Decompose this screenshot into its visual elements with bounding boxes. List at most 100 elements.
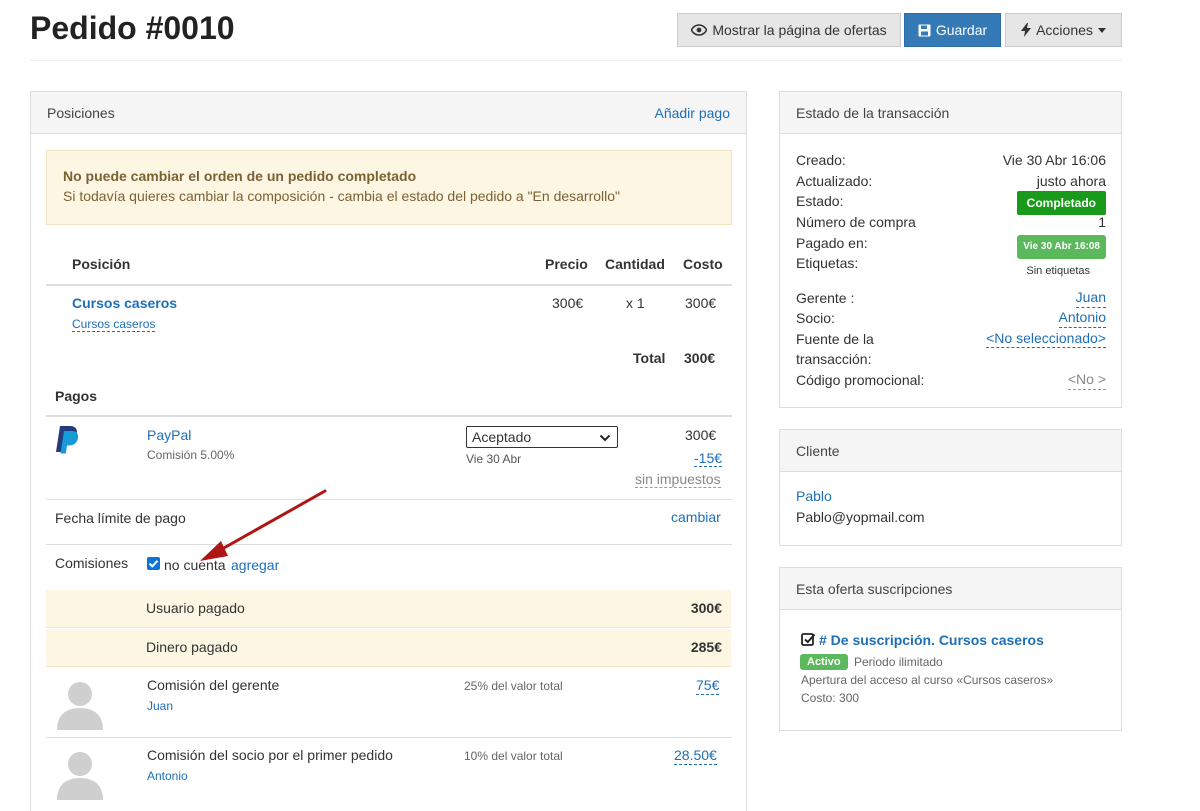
client-name-link[interactable]: Pablo (796, 488, 832, 504)
created-value: Vie 30 Abr 16:06 (1002, 152, 1106, 168)
eye-icon (691, 24, 708, 36)
subscriptions-panel-heading: Esta oferta suscripciones (780, 568, 1121, 610)
column-price: Precio (545, 256, 588, 272)
save-label: Guardar (935, 22, 988, 38)
promo-label: Código promocional: (796, 372, 925, 388)
money-paid-row: Dinero pagado 285€ (46, 629, 731, 667)
avatar (53, 746, 107, 800)
deadline-change-link[interactable]: cambiar (671, 509, 721, 525)
source-label-line-2: transacción: (796, 351, 872, 367)
column-quantity: Cantidad (605, 256, 665, 272)
partner-label: Socio: (796, 310, 835, 326)
manager-commission-title: Comisión del gerente (147, 677, 280, 693)
updated-value: justo ahora (1036, 173, 1106, 189)
money-paid-value: 285€ (690, 639, 722, 655)
source-link[interactable]: <No seleccionado> (986, 329, 1106, 348)
subscriptions-heading: Esta oferta suscripciones (796, 580, 953, 597)
partner-commission-rate: 10% del valor total (464, 749, 563, 763)
partner-commission-amount[interactable]: 28.50€ (674, 747, 717, 765)
table-header-divider (46, 284, 732, 286)
transaction-heading: Estado de la transacción (796, 104, 950, 121)
caret-down-icon (1097, 27, 1106, 33)
updated-row: Actualizado: justo ahora (796, 171, 1106, 191)
chevron-down-icon (599, 430, 611, 450)
commissions-label: Comisiones (55, 555, 129, 571)
client-email: Pablo@yopmail.com (796, 509, 925, 525)
tags-row: Etiquetas: Sin etiquetas (796, 253, 1106, 281)
item-name-link[interactable]: Cursos caseros (72, 295, 177, 311)
client-heading: Cliente (796, 442, 840, 459)
subscription-description: Apertura del acceso al curso «Cursos cas… (801, 673, 1054, 687)
avatar (53, 676, 107, 730)
partner-row: Socio: Antonio (796, 308, 1106, 328)
subscription-period: Periodo ilimitado (854, 655, 943, 669)
payments-divider (46, 415, 732, 417)
positions-panel-heading: Posiciones Añadir pago (31, 92, 746, 134)
item-cost: 300€ (685, 295, 717, 311)
money-paid-label: Dinero pagado (146, 639, 238, 655)
commission-divider (46, 737, 732, 738)
page-title: Pedido #0010 (30, 10, 235, 46)
alert-title: No puede cambiar el orden de un pedido c… (63, 168, 417, 184)
payment-tax-link[interactable]: sin impuestos (635, 471, 721, 488)
actions-label: Acciones (1036, 22, 1093, 38)
item-sub-link[interactable]: Cursos caseros (72, 317, 156, 332)
check-square-icon (801, 632, 816, 650)
manager-row: Gerente : Juan (796, 288, 1106, 308)
updated-label: Actualizado: (796, 173, 873, 189)
no-count-label: no cuenta (164, 557, 226, 573)
subscription-title-link[interactable]: # De suscripción. Cursos caseros (819, 632, 1044, 648)
save-button[interactable]: Guardar (904, 13, 1001, 47)
payment-method-link[interactable]: PayPal (147, 427, 191, 443)
source-row: Fuente de la transacción: <No selecciona… (796, 329, 1106, 369)
payments-heading: Pagos (55, 388, 98, 404)
partner-commission-person[interactable]: Antonio (147, 769, 188, 783)
subscriptions-panel: Esta oferta suscripciones # De suscripci… (779, 567, 1122, 731)
alert-text: Si todavía quieres cambiar la composició… (63, 188, 621, 204)
purchase-number-label: Número de compra (796, 214, 916, 230)
created-label: Creado: (796, 152, 846, 168)
item-quantity: x 1 (626, 295, 645, 311)
user-paid-label: Usuario pagado (146, 600, 245, 616)
positions-heading: Posiciones (47, 104, 115, 121)
total-value: 300€ (684, 350, 716, 366)
header-divider (30, 60, 1122, 61)
source-label: Fuente de la transacción: (796, 329, 874, 369)
add-commission-link[interactable]: agregar (231, 557, 279, 573)
payment-status-select[interactable]: Aceptado (466, 426, 618, 448)
tags-label: Etiquetas: (796, 255, 859, 271)
payment-date: Vie 30 Abr (466, 452, 522, 466)
no-count-checkbox[interactable] (147, 557, 160, 570)
tags-value: Sin etiquetas (1026, 265, 1090, 277)
positions-panel: Posiciones Añadir pago No puede cambiar … (30, 91, 747, 811)
user-paid-row: Usuario pagado 300€ (46, 590, 731, 628)
column-cost: Costo (683, 256, 723, 272)
add-payment-link[interactable]: Añadir pago (654, 105, 730, 121)
source-label-line-1: Fuente de la (796, 331, 874, 347)
subscription-cost: Costo: 300 (801, 691, 860, 705)
total-label: Total (633, 350, 666, 366)
item-price: 300€ (552, 295, 584, 311)
completed-order-alert: No puede cambiar el orden de un pedido c… (46, 150, 732, 225)
client-panel: Cliente Pablo Pablo@yopmail.com (779, 429, 1122, 546)
show-offers-button[interactable]: Mostrar la página de ofertas (677, 13, 901, 47)
subscription-active-badge: Activo (800, 654, 848, 670)
partner-commission-title: Comisión del socio por el primer pedido (147, 747, 393, 763)
actions-dropdown-button[interactable]: Acciones (1005, 13, 1122, 47)
manager-link[interactable]: Juan (1075, 288, 1106, 308)
manager-commission-rate: 25% del valor total (464, 679, 563, 693)
transaction-panel: Estado de la transacción Creado: Vie 30 … (779, 91, 1122, 408)
promo-link[interactable]: <No > (1067, 370, 1106, 390)
show-offers-label: Mostrar la página de ofertas (712, 22, 887, 38)
paypal-icon (54, 425, 80, 458)
manager-commission-amount[interactable]: 75€ (696, 677, 720, 695)
user-paid-value: 300€ (690, 600, 722, 616)
payment-fee-link[interactable]: -15€ (694, 450, 723, 467)
promo-row: Código promocional: <No > (796, 370, 1106, 390)
purchase-number-row: Número de compra 1 (796, 212, 1106, 232)
manager-commission-person[interactable]: Juan (147, 699, 173, 713)
bolt-icon (1021, 23, 1032, 37)
partner-link[interactable]: Antonio (1058, 308, 1106, 328)
deadline-divider-top (46, 499, 732, 500)
payment-commission: Comisión 5.00% (147, 448, 235, 462)
